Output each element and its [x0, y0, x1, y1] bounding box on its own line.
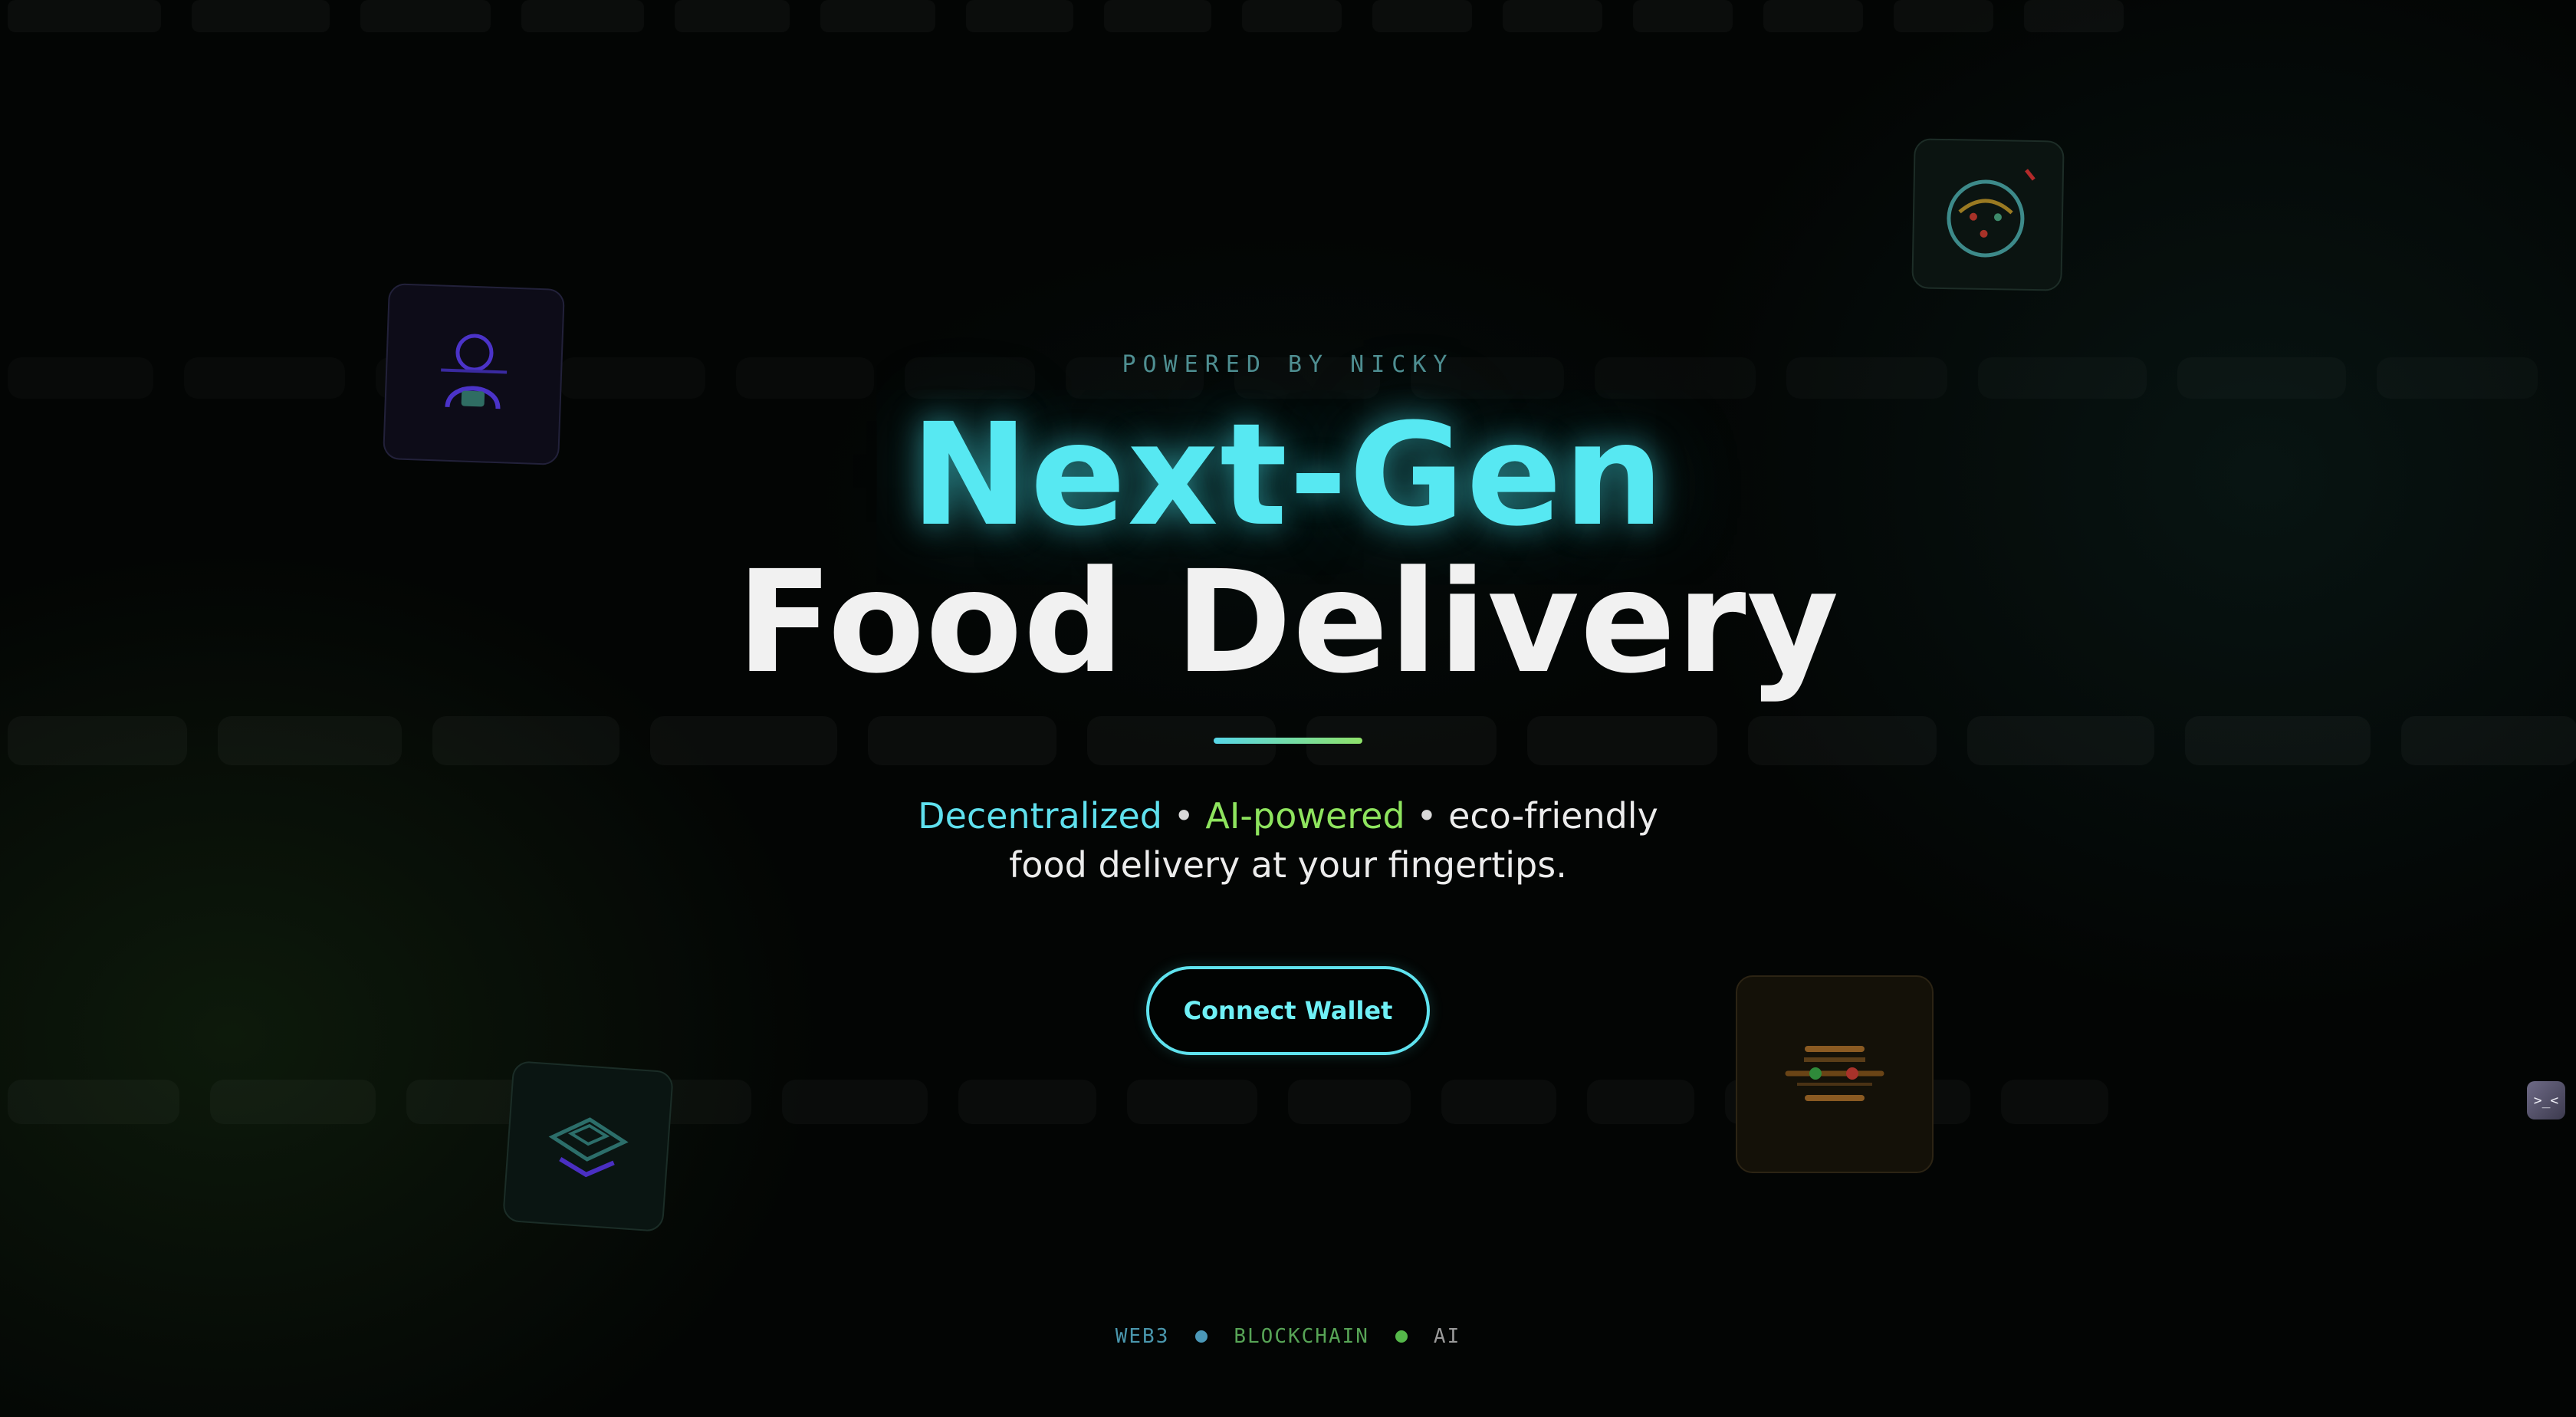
- tag-dot-icon: [1195, 1330, 1208, 1343]
- tag-dot-icon: [1395, 1330, 1408, 1343]
- hero-title-line-1: Next-Gen: [910, 393, 1666, 557]
- subtitle-ai-powered: AI-powered: [1205, 795, 1405, 837]
- subtitle-line-2: food delivery at your fingertips.: [1009, 844, 1567, 886]
- tag-blockchain: BLOCKCHAIN: [1234, 1325, 1369, 1348]
- corner-assistant-widget[interactable]: >_<: [2527, 1081, 2565, 1119]
- tag-web3: WEB3: [1115, 1325, 1170, 1348]
- hero-subtitle: Decentralized • AI-powered • eco-friendl…: [0, 791, 2576, 889]
- connect-wallet-button[interactable]: Connect Wallet: [1146, 966, 1430, 1055]
- tag-ai: AI: [1433, 1325, 1461, 1348]
- powered-by-label: POWERED BY NICKY: [1122, 351, 1454, 378]
- title-underline-divider: [1214, 738, 1362, 744]
- subtitle-separator: •: [1416, 795, 1438, 837]
- subtitle-separator: •: [1173, 795, 1194, 837]
- tech-tags: WEB3 BLOCKCHAIN AI: [0, 1325, 2576, 1348]
- hero-section: POWERED BY NICKY Next-Gen Food Delivery …: [0, 0, 2576, 1417]
- subtitle-decentralized: Decentralized: [918, 795, 1162, 837]
- subtitle-eco-friendly: eco-friendly: [1448, 795, 1658, 837]
- subtitle-line-1: Decentralized • AI-powered • eco-friendl…: [0, 791, 2576, 840]
- hero-title-line-2: Food Delivery: [736, 541, 1840, 705]
